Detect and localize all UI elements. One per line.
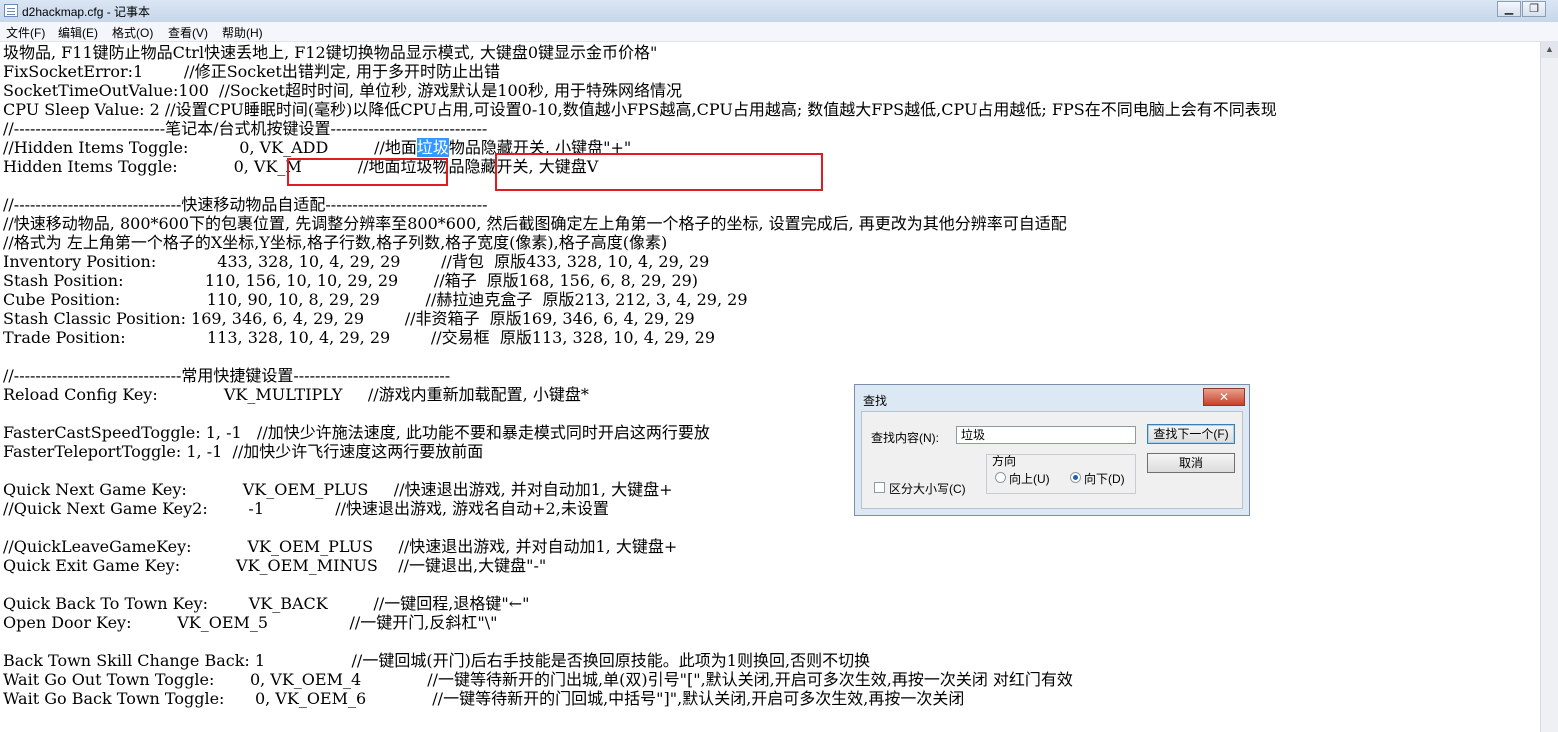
vertical-scrollbar[interactable] — [1540, 41, 1558, 732]
menu-edit[interactable]: 编辑(E) — [58, 24, 98, 41]
text-line: 圾物品, F11键防止物品Ctrl快速丢地上, F12键切换物品显示模式, 大键… — [3, 43, 658, 62]
text-line: Wait Go Back Town Toggle: 0, VK_OEM_6 //… — [3, 689, 965, 708]
notepad-icon — [4, 4, 18, 17]
text-line: SocketTimeOutValue:100 //Socket超时时间, 单位秒… — [3, 81, 683, 100]
scroll-up-arrow-icon[interactable]: ▲ — [1541, 41, 1558, 58]
text-line: FixSocketError:1 //修正Socket出错判定, 用于多开时防止… — [3, 62, 501, 81]
menu-format[interactable]: 格式(O) — [112, 24, 153, 41]
text-line: Stash Classic Position: 169, 346, 6, 4, … — [3, 309, 695, 328]
match-case-checkbox[interactable] — [874, 482, 885, 493]
direction-group: 向上(U) 向下(D) — [986, 454, 1136, 494]
find-next-button[interactable]: 查找下一个(F) — [1147, 424, 1235, 444]
menu-view[interactable]: 查看(V) — [168, 24, 208, 41]
menu-bar: 文件(F) 编辑(E) 格式(O) 查看(V) 帮助(H) — [0, 22, 1558, 42]
menu-file[interactable]: 文件(F) — [6, 24, 45, 41]
down-radio[interactable] — [1070, 472, 1081, 483]
text-line-part: //Hidden Items Toggle: 0, VK_ADD //地面 — [3, 138, 417, 157]
up-radio[interactable] — [995, 472, 1006, 483]
text-line: Quick Exit Game Key: VK_OEM_MINUS //一键退出… — [3, 556, 547, 575]
title-bar: d2hackmap.cfg - 记事本 ▁ ❐ — [0, 0, 1558, 23]
selected-text: 垃圾 — [416, 138, 449, 157]
cancel-button[interactable]: 取消 — [1147, 453, 1235, 473]
text-line: //-------------------------------常用快捷键设置… — [3, 366, 451, 385]
text-line: Quick Back To Town Key: VK_BACK //一键回程,退… — [3, 594, 530, 613]
text-line: Cube Position: 110, 90, 10, 8, 29, 29 //… — [3, 290, 748, 309]
highlight-box-comment — [495, 153, 823, 191]
text-line: Stash Position: 110, 156, 10, 10, 29, 29… — [3, 271, 699, 290]
text-line: //Quick Next Game Key2: -1 //快速退出游戏, 游戏名… — [3, 499, 609, 518]
find-dialog-body: 查找内容(N): 垃圾 查找下一个(F) 取消 方向 向上(U) 向下(D) 区… — [861, 411, 1243, 509]
match-case-label: 区分大小写(C) — [889, 482, 966, 496]
text-line: Reload Config Key: VK_MULTIPLY //游戏内重新加载… — [3, 385, 589, 404]
close-icon[interactable]: ✕ — [1203, 388, 1245, 406]
find-input[interactable]: 垃圾 — [956, 426, 1136, 444]
find-label: 查找内容(N): — [871, 431, 939, 445]
window-title: d2hackmap.cfg - 记事本 — [22, 5, 151, 19]
text-line: Quick Next Game Key: VK_OEM_PLUS //快速退出游… — [3, 480, 673, 499]
text-line: Inventory Position: 433, 328, 10, 4, 29,… — [3, 252, 710, 271]
text-line: FasterTeleportToggle: 1, -1 //加快少许飞行速度这两… — [3, 442, 484, 461]
text-line: Trade Position: 113, 328, 10, 4, 29, 29 … — [3, 328, 716, 347]
text-line: //快速移动物品, 800*600下的包裹位置, 先调整分辨率至800*600,… — [3, 214, 1067, 233]
up-label: 向上(U) — [1009, 472, 1050, 486]
text-line: //格式为 左上角第一个格子的X坐标,Y坐标,格子行数,格子列数,格子宽度(像素… — [3, 233, 668, 252]
find-dialog: 查找 ✕ 查找内容(N): 垃圾 查找下一个(F) 取消 方向 向上(U) 向下… — [854, 384, 1250, 516]
text-line: //-------------------------------快速移动物品自… — [3, 195, 488, 214]
highlight-box-key — [287, 158, 448, 186]
menu-help[interactable]: 帮助(H) — [222, 24, 263, 41]
text-line: //----------------------------笔记本/台式机按键设… — [3, 119, 488, 138]
text-line: Wait Go Out Town Toggle: 0, VK_OEM_4 //一… — [3, 670, 1073, 689]
text-line: CPU Sleep Value: 2 //设置CPU睡眠时间(毫秒)以降低CPU… — [3, 100, 1277, 119]
text-line: //QuickLeaveGameKey: VK_OEM_PLUS //快速退出游… — [3, 537, 678, 556]
find-dialog-title: 查找 — [863, 394, 888, 408]
minimize-button[interactable]: ▁ — [1497, 1, 1521, 17]
text-editor[interactable]: 圾物品, F11键防止物品Ctrl快速丢地上, F12键切换物品显示模式, 大键… — [3, 43, 1538, 732]
text-line: Open Door Key: VK_OEM_5 //一键开门,反斜杠"\" — [3, 613, 498, 632]
text-line: Back Town Skill Change Back: 1 //一键回城(开门… — [3, 651, 871, 670]
down-label: 向下(D) — [1084, 472, 1125, 486]
restore-button[interactable]: ❐ — [1522, 1, 1546, 17]
text-line: FasterCastSpeedToggle: 1, -1 //加快少许施法速度,… — [3, 423, 710, 442]
